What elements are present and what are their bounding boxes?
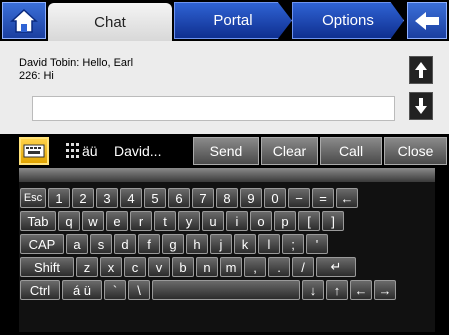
- key-right-bracket[interactable]: ]: [322, 211, 344, 231]
- key-space[interactable]: [152, 280, 300, 300]
- key-4[interactable]: 4: [120, 188, 142, 208]
- key-2[interactable]: 2: [72, 188, 94, 208]
- tab-chat[interactable]: Chat: [48, 3, 172, 41]
- key-esc[interactable]: Esc: [20, 188, 46, 208]
- chat-panel: David Tobin: Hello, Earl 226: Hi: [0, 41, 449, 134]
- keyboard-icon: [23, 144, 45, 158]
- home-button[interactable]: [2, 2, 46, 39]
- keyboard-bezel: [19, 168, 435, 182]
- key-v[interactable]: v: [148, 257, 170, 277]
- top-tab-bar: Chat Portal Options: [0, 0, 449, 41]
- key-3[interactable]: 3: [96, 188, 118, 208]
- key-t[interactable]: t: [154, 211, 176, 231]
- key-i[interactable]: i: [226, 211, 248, 231]
- call-button[interactable]: Call: [320, 137, 382, 165]
- scroll-up-button[interactable]: [409, 56, 433, 84]
- left-arrow-icon: [415, 11, 439, 30]
- chat-message-input[interactable]: [32, 96, 395, 121]
- key-n[interactable]: n: [196, 257, 218, 277]
- chat-log: David Tobin: Hello, Earl 226: Hi: [19, 57, 133, 83]
- back-button[interactable]: [407, 2, 447, 39]
- close-button[interactable]: Close: [384, 137, 447, 165]
- key-slash[interactable]: /: [292, 257, 314, 277]
- send-button[interactable]: Send: [193, 137, 259, 165]
- key-s[interactable]: s: [90, 234, 112, 254]
- key-p[interactable]: p: [274, 211, 296, 231]
- keypad-grid-icon: [66, 143, 79, 158]
- key-w[interactable]: w: [82, 211, 104, 231]
- chat-message: 226: Hi: [19, 70, 54, 82]
- scroll-down-button[interactable]: [409, 92, 433, 120]
- keyboard-toggle-button[interactable]: [19, 137, 49, 165]
- key-caps[interactable]: CAP: [20, 234, 64, 254]
- key-f[interactable]: f: [138, 234, 160, 254]
- key-accents[interactable]: á ü: [62, 280, 102, 300]
- key-shift[interactable]: Shift: [20, 257, 74, 277]
- key-equals[interactable]: =: [312, 188, 334, 208]
- key-g[interactable]: g: [162, 234, 184, 254]
- command-row: äü David... Send Clear Call Close: [0, 134, 449, 168]
- key-down-arrow[interactable]: ↓: [302, 280, 324, 300]
- down-arrow-icon: [415, 98, 427, 114]
- clear-button[interactable]: Clear: [261, 137, 318, 165]
- key-7[interactable]: 7: [192, 188, 214, 208]
- recipient-selector[interactable]: David...: [112, 137, 190, 165]
- key-8[interactable]: 8: [216, 188, 238, 208]
- key-a[interactable]: a: [66, 234, 88, 254]
- up-arrow-icon: [415, 62, 427, 78]
- key-c[interactable]: c: [124, 257, 146, 277]
- key-backtick[interactable]: `: [104, 280, 126, 300]
- key-e[interactable]: e: [106, 211, 128, 231]
- key-0[interactable]: 0: [264, 188, 286, 208]
- chat-message: David Tobin: Hello, Earl: [19, 57, 134, 69]
- key-m[interactable]: m: [220, 257, 242, 277]
- key-semicolon[interactable]: ;: [282, 234, 304, 254]
- key-q[interactable]: q: [58, 211, 80, 231]
- key-6[interactable]: 6: [168, 188, 190, 208]
- key-up-arrow[interactable]: ↑: [326, 280, 348, 300]
- key-left-bracket[interactable]: [: [298, 211, 320, 231]
- key-z[interactable]: z: [76, 257, 98, 277]
- key-enter[interactable]: ↵: [316, 257, 356, 277]
- key-o[interactable]: o: [250, 211, 272, 231]
- key-k[interactable]: k: [234, 234, 256, 254]
- tab-portal[interactable]: Portal: [174, 2, 292, 39]
- key-x[interactable]: x: [100, 257, 122, 277]
- language-label: äü: [82, 143, 98, 159]
- home-icon: [10, 8, 38, 33]
- key-u[interactable]: u: [202, 211, 224, 231]
- key-right-arrow[interactable]: →: [374, 280, 396, 300]
- key-comma[interactable]: ,: [244, 257, 266, 277]
- key-period[interactable]: .: [268, 257, 290, 277]
- key-d[interactable]: d: [114, 234, 136, 254]
- key-l[interactable]: l: [258, 234, 280, 254]
- key-apostrophe[interactable]: ': [306, 234, 328, 254]
- tab-options[interactable]: Options: [292, 2, 404, 39]
- key-j[interactable]: j: [210, 234, 232, 254]
- key-9[interactable]: 9: [240, 188, 262, 208]
- key-1[interactable]: 1: [48, 188, 70, 208]
- key-left-arrow[interactable]: ←: [350, 280, 372, 300]
- key-r[interactable]: r: [130, 211, 152, 231]
- key-y[interactable]: y: [178, 211, 200, 231]
- key-backspace[interactable]: ←: [336, 188, 358, 208]
- language-switch-button[interactable]: äü: [66, 137, 111, 165]
- key-h[interactable]: h: [186, 234, 208, 254]
- key-5[interactable]: 5: [144, 188, 166, 208]
- key-ctrl[interactable]: Ctrl: [20, 280, 60, 300]
- key-backslash[interactable]: \: [128, 280, 150, 300]
- key-tab[interactable]: Tab: [20, 211, 56, 231]
- key-minus[interactable]: −: [288, 188, 310, 208]
- key-b[interactable]: b: [172, 257, 194, 277]
